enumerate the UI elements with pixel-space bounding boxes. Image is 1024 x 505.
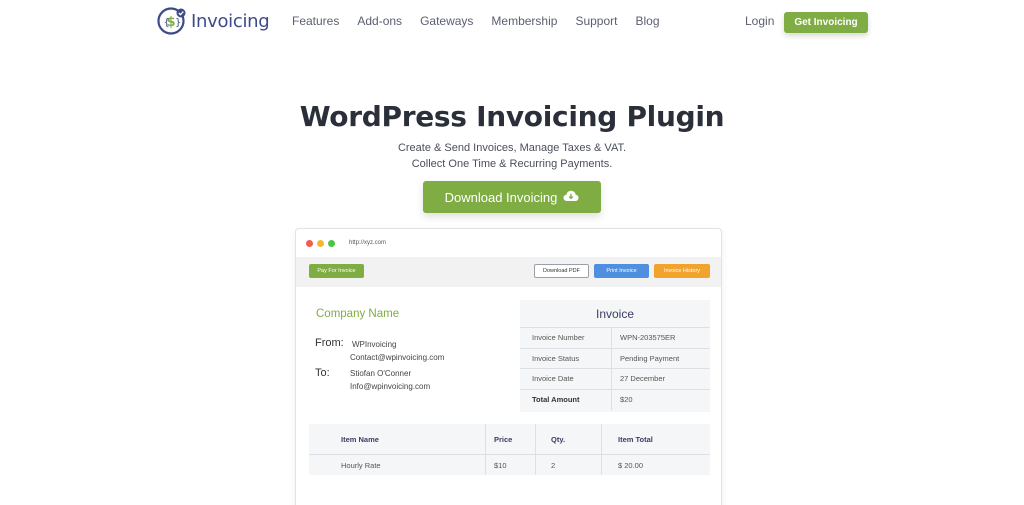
invoice-row: Total Amount $20 [520, 389, 710, 410]
menu-item-membership[interactable]: Membership [491, 14, 557, 28]
column-header: Qty. [536, 424, 602, 454]
pay-for-invoice-button[interactable]: Pay For Invoice [309, 264, 364, 278]
invoice-summary-table: Invoice Invoice Number WPN-203575ER Invo… [520, 300, 710, 412]
brand-name: Invoicing [191, 10, 270, 32]
cloud-download-icon [563, 190, 579, 205]
invoice-toolbar: Pay For Invoice Download PDF Print Invoi… [296, 257, 721, 287]
hero-subtitle-line2: Collect One Time & Recurring Payments. [411, 158, 613, 170]
column-header: Item Name [309, 424, 486, 454]
column-header: Price [486, 424, 536, 454]
login-link[interactable]: Login [745, 14, 774, 28]
from-name: WPInvoicing [352, 340, 397, 349]
mock-url: http://xyz.com [349, 240, 387, 246]
download-invoicing-button[interactable]: Download Invoicing [423, 181, 601, 213]
table-cell: $10 [486, 455, 536, 475]
to-label: To: [315, 367, 330, 379]
invoice-row: Invoice Status Pending Payment [520, 348, 710, 369]
svg-text:}: } [175, 18, 181, 29]
invoice-items-table: Item Name Price Qty. Item Total Hourly R… [309, 424, 710, 475]
menu-item-support[interactable]: Support [575, 14, 617, 28]
print-invoice-button[interactable]: Print Invoice [594, 264, 649, 278]
column-header: Item Total [618, 434, 653, 444]
table-cell: 2 [536, 455, 602, 475]
invoice-row: Invoice Number WPN-203575ER [520, 328, 710, 349]
invoice-history-button[interactable]: Invoice History [654, 264, 710, 278]
download-button-label: Download Invoicing [444, 189, 558, 205]
svg-text:{: { [164, 18, 170, 29]
top-nav: $ { } Invoicing Features Add-ons Gateway… [0, 0, 1024, 44]
brand-logo[interactable]: $ { } Invoicing [157, 6, 270, 36]
invoice-row-key: Invoice Date [520, 369, 612, 389]
invoice-row: Invoice Date 27 December [520, 369, 710, 390]
invoice-row-key: Total Amount [520, 389, 612, 410]
company-name: Company Name [316, 308, 400, 320]
menu-item-features[interactable]: Features [292, 14, 339, 28]
hero-subtitle: Create & Send Invoices, Manage Taxes & V… [0, 140, 1024, 172]
menu-item-gateways[interactable]: Gateways [420, 14, 473, 28]
get-invoicing-button[interactable]: Get Invoicing [784, 12, 868, 33]
invoice-preview-mockup: http://xyz.com Pay For Invoice Download … [295, 228, 722, 505]
menu-item-blog[interactable]: Blog [635, 14, 659, 28]
items-header-row: Item Name Price Qty. Item Total [309, 424, 710, 455]
menu-item-addons[interactable]: Add-ons [357, 14, 402, 28]
mock-browser-bar: http://xyz.com [296, 229, 721, 257]
invoice-row-value: Pending Payment [620, 353, 680, 363]
invoicing-logo-icon: $ { } [157, 6, 187, 36]
invoice-row-key: Invoice Number [520, 328, 612, 348]
invoice-row-value: 27 December [620, 374, 666, 384]
table-cell: $ 20.00 [618, 460, 644, 470]
main-menu: Features Add-ons Gateways Membership Sup… [292, 14, 678, 28]
invoice-title: Invoice [520, 300, 710, 328]
close-dot-icon [306, 239, 313, 247]
to-email: Info@wpinvoicing.com [350, 382, 431, 391]
minimize-dot-icon [317, 239, 324, 247]
maximize-dot-icon [328, 239, 335, 247]
from-label: From: [315, 337, 344, 349]
invoice-row-value: WPN-203575ER [620, 333, 676, 343]
hero-title: WordPress Invoicing Plugin [299, 100, 725, 133]
table-row: Hourly Rate $10 2 $ 20.00 [309, 455, 710, 475]
table-cell: Hourly Rate [309, 455, 486, 475]
invoice-row-value: $20 [620, 395, 633, 405]
to-name: Stiofan O'Conner [350, 369, 412, 378]
download-pdf-button[interactable]: Download PDF [534, 264, 589, 278]
invoice-row-key: Invoice Status [520, 348, 612, 368]
hero-subtitle-line1: Create & Send Invoices, Manage Taxes & V… [397, 142, 627, 154]
from-email: Contact@wpinvoicing.com [350, 353, 445, 362]
